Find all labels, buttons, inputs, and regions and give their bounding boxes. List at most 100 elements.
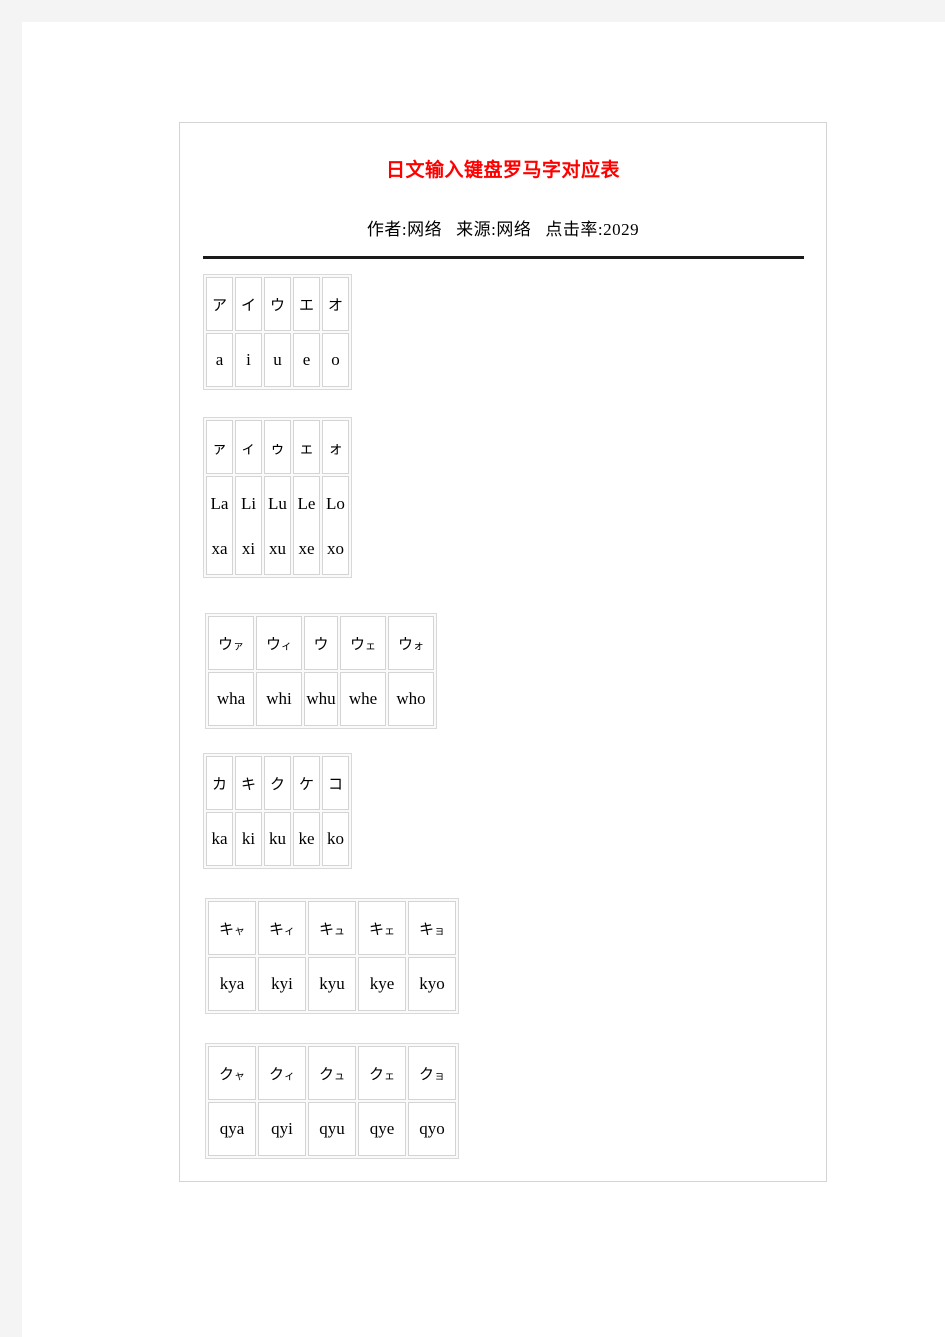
romaji-cell: ko (322, 812, 349, 866)
romaji-upper: La (210, 493, 229, 513)
kana-cell: クィ (258, 1046, 306, 1100)
romaji-cell: kye (358, 957, 406, 1011)
table-row-kana: カ キ ク ケ コ (206, 756, 349, 810)
table-row-kana: ァ ィ ゥ ェ ォ (206, 420, 349, 474)
table-row-romaji: qya qyi qyu qye qyo (208, 1102, 456, 1156)
kana-base: ウ (265, 636, 281, 653)
romaji-cell: ki (235, 812, 262, 866)
kana-small: ョ (434, 924, 445, 937)
kana-cell: ケ (293, 756, 320, 810)
romaji-upper: Lu (268, 493, 287, 513)
romaji-lower: xa (211, 538, 228, 558)
kana-cell: キ (235, 756, 262, 810)
kana-cell: ゥ (264, 420, 291, 474)
romaji-cell: Lu xu (264, 476, 291, 575)
romaji-cell: kyu (308, 957, 356, 1011)
meta-source: 来源:网络 (456, 220, 532, 239)
romaji-cell: Le xe (293, 476, 320, 575)
kana-small: ュ (334, 1069, 345, 1082)
kana-small: ォ (413, 639, 424, 652)
romaji-cell: La xa (206, 476, 233, 575)
kana-cell: キェ (358, 901, 406, 955)
kana-small: ェ (365, 639, 376, 652)
kana-cell: キィ (258, 901, 306, 955)
kana-base: ク (418, 1066, 434, 1083)
romaji-upper: Le (297, 493, 316, 513)
kana-base: キ (218, 921, 234, 938)
kana-cell: ク (264, 756, 291, 810)
kana-table-k-series: カ キ ク ケ コ ka ki ku ke ko (203, 753, 352, 869)
kana-base: ウ (397, 636, 413, 653)
document-meta-line: 作者:网络 来源:网络 点击率:2029 (180, 215, 826, 240)
meta-author: 作者:网络 (366, 220, 443, 239)
kana-base: キ (418, 921, 434, 938)
kana-cell: コ (322, 756, 349, 810)
romaji-cell: kya (208, 957, 256, 1011)
kana-cell: イ (235, 277, 262, 331)
table-row-romaji: wha whi whu whe who (208, 672, 434, 726)
romaji-cell: wha (208, 672, 254, 726)
kana-small: ュ (334, 924, 345, 937)
meta-hits: 点击率:2029 (545, 220, 640, 239)
kana-base: ク (368, 1066, 384, 1083)
romaji-lower: xu (269, 538, 286, 558)
kana-cell: ウェ (340, 616, 386, 670)
kana-cell: ウォ (388, 616, 434, 670)
romaji-cell: Lo xo (322, 476, 349, 575)
romaji-cell: whi (256, 672, 302, 726)
kana-base: キ (268, 921, 284, 938)
kana-small: ョ (434, 1069, 445, 1082)
romaji-cell: qyi (258, 1102, 306, 1156)
document-page-frame: 日文输入键盘罗马字对应表 作者:网络 来源:网络 点击率:2029 ア イ ウ エ … (179, 122, 827, 1182)
kana-cell: キャ (208, 901, 256, 955)
kana-cell: クェ (358, 1046, 406, 1100)
kana-small: ェ (384, 1069, 395, 1082)
romaji-cell: qyo (408, 1102, 456, 1156)
table-row-romaji: ka ki ku ke ko (206, 812, 349, 866)
kana-cell: ィ (235, 420, 262, 474)
romaji-cell: who (388, 672, 434, 726)
romaji-cell: e (293, 333, 320, 387)
romaji-upper: Li (240, 493, 257, 513)
table-row-kana: ウァ ウィ ウ ウェ ウォ (208, 616, 434, 670)
romaji-cell: i (235, 333, 262, 387)
romaji-upper: Lo (326, 493, 345, 513)
romaji-lower: xe (298, 538, 315, 558)
kana-cell: エ (293, 277, 320, 331)
romaji-cell: kyi (258, 957, 306, 1011)
kana-cell: ウァ (208, 616, 254, 670)
kana-base: ウ (349, 636, 365, 653)
kana-small: ェ (384, 924, 395, 937)
kana-cell: ァ (206, 420, 233, 474)
romaji-cell: u (264, 333, 291, 387)
kana-small: ャ (234, 924, 245, 937)
kana-table-vowels-small: ァ ィ ゥ ェ ォ La xa Li xi Lu xu Le xe Lo xo (203, 417, 352, 578)
kana-small: ィ (284, 1069, 295, 1082)
kana-small: ャ (234, 1069, 245, 1082)
paper-sheet: 日文输入键盘罗马字对应表 作者:网络 来源:网络 点击率:2029 ア イ ウ エ … (22, 22, 945, 1337)
romaji-cell: ka (206, 812, 233, 866)
kana-cell: ォ (322, 420, 349, 474)
page-title: 日文输入键盘罗马字对应表 (385, 160, 620, 181)
kana-base: キ (318, 921, 334, 938)
kana-cell: キュ (308, 901, 356, 955)
romaji-cell: kyo (408, 957, 456, 1011)
kana-cell: クュ (308, 1046, 356, 1100)
kana-cell: ウ (264, 277, 291, 331)
romaji-lower: xo (327, 538, 344, 558)
kana-small: ァ (233, 639, 244, 652)
kana-base: ク (218, 1066, 234, 1083)
kana-cell: カ (206, 756, 233, 810)
romaji-cell: ke (293, 812, 320, 866)
table-row-kana: ア イ ウ エ オ (206, 277, 349, 331)
romaji-cell: Li xi (235, 476, 262, 575)
romaji-lower: xi (241, 538, 256, 558)
kana-cell: キョ (408, 901, 456, 955)
kana-cell: ウ (304, 616, 338, 670)
kana-base: ウ (217, 636, 233, 653)
kana-small: ィ (281, 639, 292, 652)
romaji-cell: whu (304, 672, 338, 726)
kana-table-vowels-full: ア イ ウ エ オ a i u e o (203, 274, 352, 390)
kana-base: ク (318, 1066, 334, 1083)
romaji-cell: qyu (308, 1102, 356, 1156)
